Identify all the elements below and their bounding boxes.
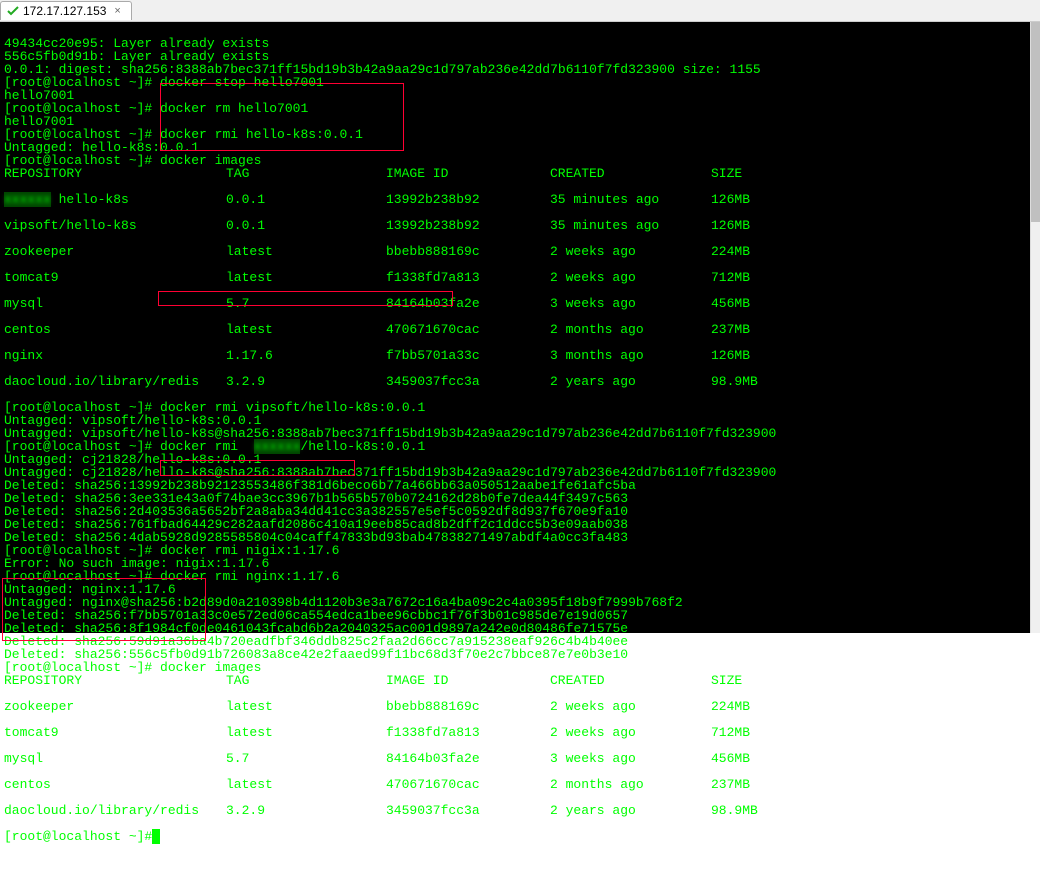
close-icon[interactable]: ×: [114, 5, 120, 17]
table-row: mysql5.784164b03fa2e3 weeks ago456MB: [4, 752, 1036, 765]
prompt: [root@localhost ~]#: [4, 829, 152, 844]
scrollbar[interactable]: [1030, 22, 1040, 633]
prompt: [root@localhost ~]#: [4, 660, 152, 675]
table-row: zookeeperlatestbbebb888169c2 weeks ago22…: [4, 700, 1036, 713]
tab-label: 172.17.127.153: [23, 4, 106, 18]
cmd: docker rmi nginx:1.17.6: [152, 569, 339, 584]
table-row: daocloud.io/library/redis3.2.93459037fcc…: [4, 804, 1036, 817]
table-header: REPOSITORYTAGIMAGE IDCREATEDSIZE: [4, 167, 1036, 180]
cursor[interactable]: [152, 829, 160, 844]
table-row: zookeeperlatestbbebb888169c2 weeks ago22…: [4, 245, 1036, 258]
terminal[interactable]: 49434cc20e95: Layer already exists 556c5…: [0, 22, 1040, 633]
table-row: daocloud.io/library/redis3.2.93459037fcc…: [4, 375, 1036, 388]
scroll-thumb[interactable]: [1031, 22, 1040, 222]
table-row: mysql5.784164b03fa2e3 weeks ago456MB: [4, 297, 1036, 310]
table-header: REPOSITORYTAGIMAGE IDCREATEDSIZE: [4, 674, 1036, 687]
table-row: nginx1.17.6f7bb5701a33c3 months ago126MB: [4, 349, 1036, 362]
check-icon: [7, 5, 19, 17]
session-tab[interactable]: 172.17.127.153 ×: [0, 1, 132, 20]
table-row: tomcat9latestf1338fd7a8132 weeks ago712M…: [4, 726, 1036, 739]
tab-bar: 172.17.127.153 ×: [0, 0, 1040, 22]
table-row: vipsoft/hello-k8s0.0.113992b238b9235 min…: [4, 219, 1036, 232]
table-row: centoslatest470671670cac2 months ago237M…: [4, 323, 1036, 336]
table-row: xxxxxx hello-k8s0.0.113992b238b9235 minu…: [4, 193, 1036, 206]
cmd: docker rm hello7001: [152, 101, 308, 116]
cmd: docker images: [152, 660, 261, 675]
table-row: tomcat9latestf1338fd7a8132 weeks ago712M…: [4, 271, 1036, 284]
table-row: centoslatest470671670cac2 months ago237M…: [4, 778, 1036, 791]
cmd: docker stop hello7001: [152, 75, 324, 90]
